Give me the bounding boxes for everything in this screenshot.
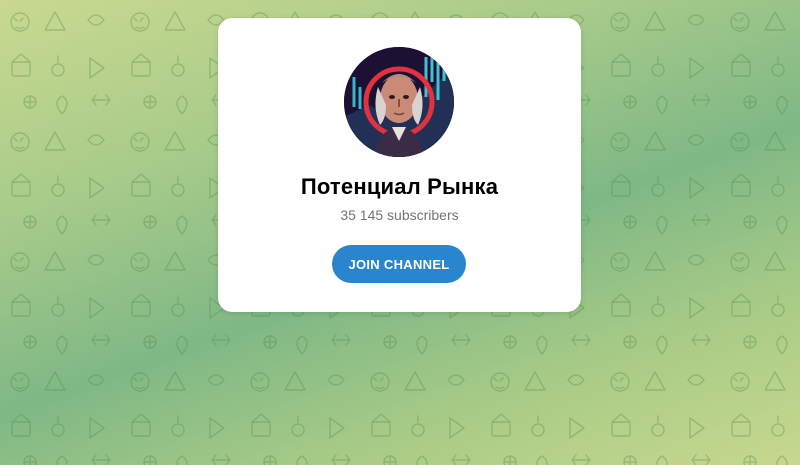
join-channel-button[interactable]: JOIN CHANNEL	[332, 245, 466, 283]
channel-title: Потенциал Рынка	[300, 174, 499, 199]
channel-avatar	[344, 47, 454, 157]
telegram-channel-preview-page: Потенциал Рынка 35 145 subscribers JOIN …	[0, 0, 800, 465]
channel-card: Потенциал Рынка 35 145 subscribers JOIN …	[218, 18, 581, 312]
portrait-avatar-icon	[344, 47, 454, 157]
subscriber-count: 35 145 subscribers	[340, 207, 459, 223]
